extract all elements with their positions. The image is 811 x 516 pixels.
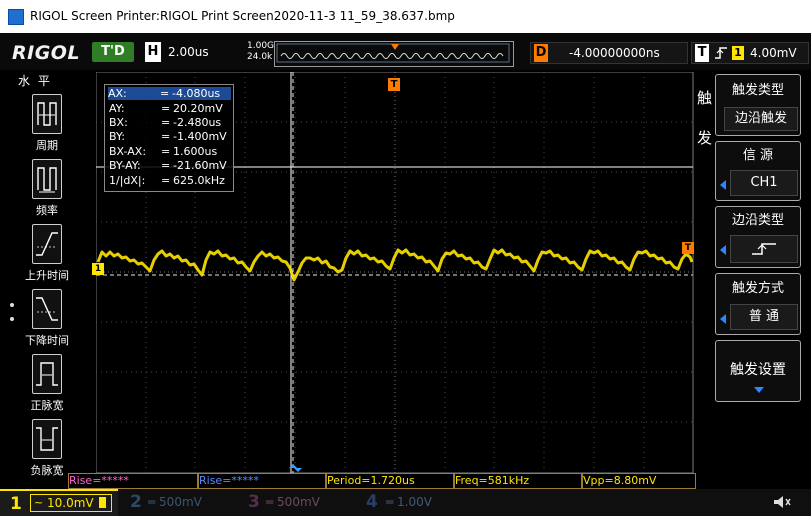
- delay-label: D: [534, 44, 548, 62]
- positive-width-icon: [32, 354, 62, 394]
- measure-fall-time-button[interactable]: 下降时间: [16, 289, 78, 348]
- menu-page-dots: [10, 303, 14, 331]
- delay-value: -4.00000000ns: [569, 46, 660, 60]
- edge-type-button[interactable]: 边沿类型: [715, 206, 801, 268]
- cursor-readout-panel: AX: = -4.080us AY: = 20.20mV BX: = -2.480us BY…: [104, 84, 234, 192]
- fall-time-label: 下降时间: [25, 334, 69, 347]
- measurement-item[interactable]: Vpp=8.80mV: [582, 473, 696, 489]
- left-arrow-icon: [720, 180, 726, 190]
- app-icon: [8, 9, 24, 25]
- trigger-type-button[interactable]: 触发类型 边沿触发: [715, 74, 801, 136]
- measure-rise-time-button[interactable]: 上升时间: [16, 224, 78, 283]
- memory-overview-graphic: [276, 43, 510, 63]
- channel2-number[interactable]: 2: [130, 492, 142, 512]
- rising-edge-icon: [730, 235, 798, 263]
- window-title-bar: RIGOL Screen Printer:RIGOL Print Screen2…: [0, 0, 811, 33]
- menu-title: 水 平: [18, 74, 52, 88]
- measure-period-button[interactable]: 周期: [16, 94, 78, 153]
- measurement-item[interactable]: Rise=*****: [198, 473, 326, 489]
- trigger-source-label: 信 源: [742, 148, 774, 163]
- dc-coupling-icon: ═: [148, 495, 160, 509]
- trigger-label: T: [695, 44, 709, 62]
- measure-frequency-button[interactable]: 频率: [16, 159, 78, 218]
- timebase-value[interactable]: 2.00us: [168, 42, 209, 62]
- trigger-level-marker[interactable]: T: [682, 242, 694, 254]
- speaker-icon[interactable]: [772, 494, 792, 514]
- channel4-scale[interactable]: ═ 1.00V: [386, 495, 432, 509]
- channel1-offset-marker[interactable]: 1: [92, 263, 104, 275]
- measure-negative-width-button[interactable]: 负脉宽: [16, 419, 78, 478]
- measurement-item[interactable]: Rise=*****: [68, 473, 198, 489]
- channel3-scale[interactable]: ═ 500mV: [266, 495, 320, 509]
- frequency-label: 频率: [36, 204, 58, 217]
- measure-positive-width-button[interactable]: 正脉宽: [16, 354, 78, 413]
- delay-box[interactable]: D -4.00000000ns: [530, 42, 688, 64]
- fall-time-icon: [32, 289, 62, 329]
- positive-width-label: 正脉宽: [30, 399, 64, 412]
- trigger-source-value: CH1: [730, 170, 798, 196]
- ac-coupling-icon: ~: [34, 496, 44, 509]
- trigger-source-button[interactable]: 信 源 CH1: [715, 141, 801, 201]
- trigger-menu: 触发 触发类型 边沿触发 信 源 CH1 边沿类型 触发方式 普 通 触发设置: [695, 70, 811, 473]
- edge-type-label: 边沿类型: [731, 213, 784, 228]
- cursor-row-ax: AX: = -4.080us: [108, 87, 231, 100]
- bandwidth-limit-icon: [99, 497, 106, 508]
- trigger-level-value: 4.00mV: [750, 46, 797, 60]
- run-state-badge: T'D: [92, 42, 134, 62]
- rise-time-icon: [32, 224, 62, 264]
- channel1-scale: 10.0mV: [47, 496, 94, 510]
- trigger-status-box[interactable]: T 1 4.00mV: [691, 42, 809, 64]
- channel1-tab[interactable]: 1 ~ 10.0mV: [0, 489, 118, 516]
- trigger-menu-title: 触发: [697, 89, 713, 147]
- trigger-type-label: 触发类型: [731, 83, 784, 98]
- frequency-icon: [32, 159, 62, 199]
- period-icon: [32, 94, 62, 134]
- chevron-down-icon: [754, 387, 764, 393]
- horizontal-measure-menu: 水 平 周期 频率 上升时间 下降时间 正脉宽 负脉宽: [0, 70, 95, 477]
- channel-bar: 1 ~ 10.0mV 2 ═ 500mV 3 ═ 500mV 4 ═ 1.00V: [0, 489, 811, 516]
- trigger-source-badge: 1: [732, 46, 744, 60]
- channel1-number: 1: [10, 494, 22, 514]
- channel3-number[interactable]: 3: [248, 492, 260, 512]
- trigger-mode-label: 触发方式: [731, 281, 784, 296]
- measurement-item[interactable]: Period=1.720us: [326, 473, 454, 489]
- channel2-scale[interactable]: ═ 500mV: [148, 495, 202, 509]
- period-label: 周期: [36, 139, 58, 152]
- negative-width-icon: [32, 419, 62, 459]
- memory-trigger-marker: [391, 44, 399, 50]
- measurement-item[interactable]: Freq=581kHz: [454, 473, 582, 489]
- trigger-type-value: 边沿触发: [724, 107, 798, 131]
- trigger-setup-button[interactable]: 触发设置: [715, 340, 801, 402]
- rise-time-label: 上升时间: [25, 269, 69, 282]
- trigger-mode-button[interactable]: 触发方式 普 通: [715, 273, 801, 335]
- scope-status-bar: RIGOL T'D H 2.00us 1.00GSa/s 24.0k pts D…: [0, 33, 811, 70]
- measurement-bar: Rise=***** Rise=***** Period=1.720us Fre…: [68, 473, 698, 489]
- trigger-setup-label: 触发设置: [730, 362, 786, 378]
- channel4-number[interactable]: 4: [366, 492, 378, 512]
- rigol-logo: RIGOL: [12, 42, 81, 64]
- memory-overview-strip[interactable]: [274, 41, 514, 67]
- trigger-position-marker[interactable]: T: [388, 78, 400, 91]
- timebase-label: H: [145, 42, 161, 62]
- trigger-mode-value: 普 通: [730, 304, 798, 330]
- rising-edge-icon: [714, 45, 728, 65]
- window-title: RIGOL Screen Printer:RIGOL Print Screen2…: [30, 9, 455, 23]
